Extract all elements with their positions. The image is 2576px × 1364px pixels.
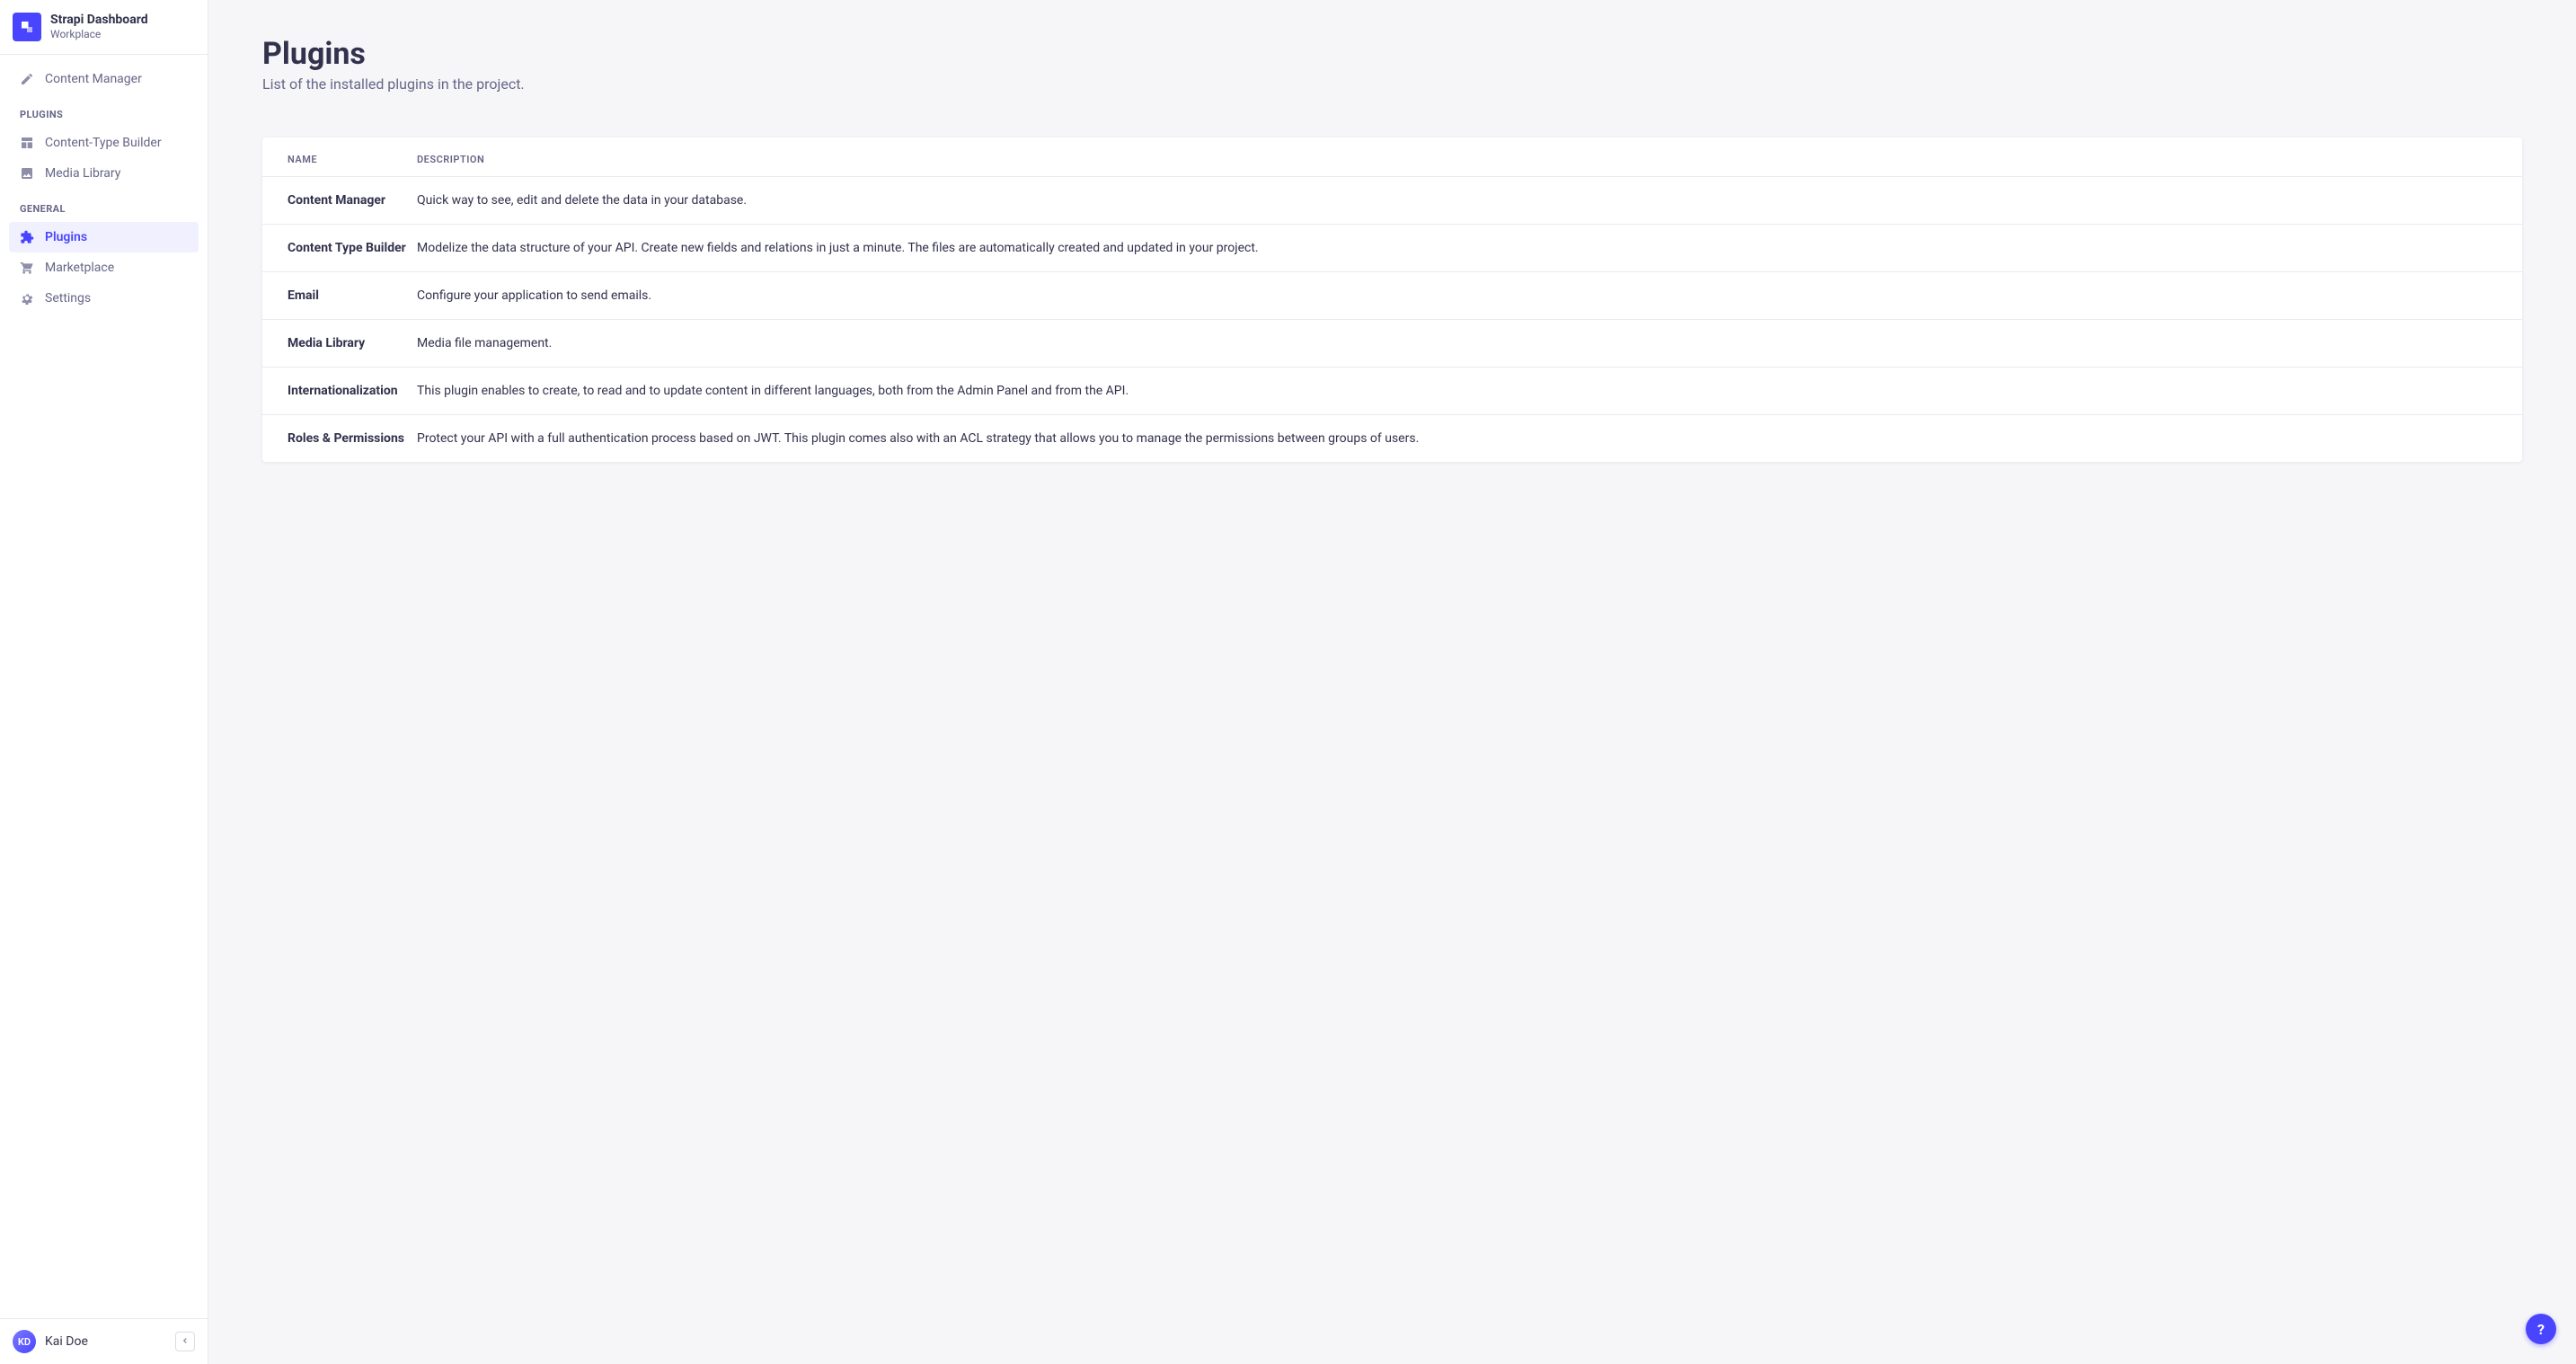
main-content: Plugins List of the installed plugins in… [208, 0, 2576, 1364]
plugin-description: Protect your API with a full authenticat… [417, 415, 2522, 463]
table-row: Email Configure your application to send… [262, 272, 2522, 320]
plugin-name: Email [262, 272, 417, 320]
sidebar-footer: KD Kai Doe [0, 1318, 208, 1364]
sidebar-header: Strapi Dashboard Workplace [0, 0, 208, 55]
image-icon [20, 166, 34, 181]
pencil-square-icon [20, 72, 34, 86]
brand-subtitle: Workplace [50, 28, 148, 40]
sidebar-item-label: Content Manager [45, 72, 142, 86]
plugin-description: Quick way to see, edit and delete the da… [417, 177, 2522, 225]
table-row: Media Library Media file management. [262, 320, 2522, 368]
page-title: Plugins [262, 36, 2522, 72]
plugin-description: Configure your application to send email… [417, 272, 2522, 320]
username: Kai Doe [45, 1334, 175, 1349]
help-button[interactable]: ? [2526, 1314, 2556, 1344]
plugins-table-card: NAME DESCRIPTION Content Manager Quick w… [262, 137, 2522, 462]
sidebar-nav: Content Manager PLUGINS Content-Type Bui… [0, 55, 208, 1318]
plugin-name: Media Library [262, 320, 417, 368]
sidebar: Strapi Dashboard Workplace Content Manag… [0, 0, 208, 1364]
gear-icon [20, 291, 34, 306]
nav-section-plugins: PLUGINS [9, 94, 199, 128]
strapi-logo-icon [13, 13, 41, 41]
sidebar-item-label: Settings [45, 291, 91, 306]
sidebar-item-content-manager[interactable]: Content Manager [9, 64, 199, 94]
plugin-name: Internationalization [262, 368, 417, 415]
sidebar-item-label: Media Library [45, 166, 120, 181]
column-header-description: DESCRIPTION [417, 137, 2522, 177]
plugin-description: Modelize the data structure of your API.… [417, 225, 2522, 272]
chevron-left-icon [181, 1334, 190, 1349]
table-row: Roles & Permissions Protect your API wit… [262, 415, 2522, 463]
plugin-description: Media file management. [417, 320, 2522, 368]
question-mark-icon: ? [2537, 1321, 2545, 1338]
table-row: Internationalization This plugin enables… [262, 368, 2522, 415]
table-row: Content Type Builder Modelize the data s… [262, 225, 2522, 272]
sidebar-item-content-type-builder[interactable]: Content-Type Builder [9, 128, 199, 158]
plugins-table: NAME DESCRIPTION Content Manager Quick w… [262, 137, 2522, 462]
table-row: Content Manager Quick way to see, edit a… [262, 177, 2522, 225]
avatar: KD [13, 1330, 36, 1353]
plugin-name: Roles & Permissions [262, 415, 417, 463]
layout-icon [20, 136, 34, 150]
sidebar-item-marketplace[interactable]: Marketplace [9, 252, 199, 283]
cart-icon [20, 261, 34, 275]
column-header-name: NAME [262, 137, 417, 177]
plugin-name: Content Manager [262, 177, 417, 225]
sidebar-item-label: Content-Type Builder [45, 136, 162, 150]
sidebar-item-plugins[interactable]: Plugins [9, 222, 199, 252]
page-subtitle: List of the installed plugins in the pro… [262, 75, 2522, 93]
brand-title: Strapi Dashboard [50, 13, 148, 28]
plugin-description: This plugin enables to create, to read a… [417, 368, 2522, 415]
sidebar-item-label: Plugins [45, 230, 87, 244]
sidebar-item-label: Marketplace [45, 261, 114, 275]
sidebar-item-settings[interactable]: Settings [9, 283, 199, 314]
collapse-sidebar-button[interactable] [175, 1332, 195, 1351]
puzzle-icon [20, 230, 34, 244]
plugin-name: Content Type Builder [262, 225, 417, 272]
nav-section-general: GENERAL [9, 189, 199, 222]
sidebar-item-media-library[interactable]: Media Library [9, 158, 199, 189]
